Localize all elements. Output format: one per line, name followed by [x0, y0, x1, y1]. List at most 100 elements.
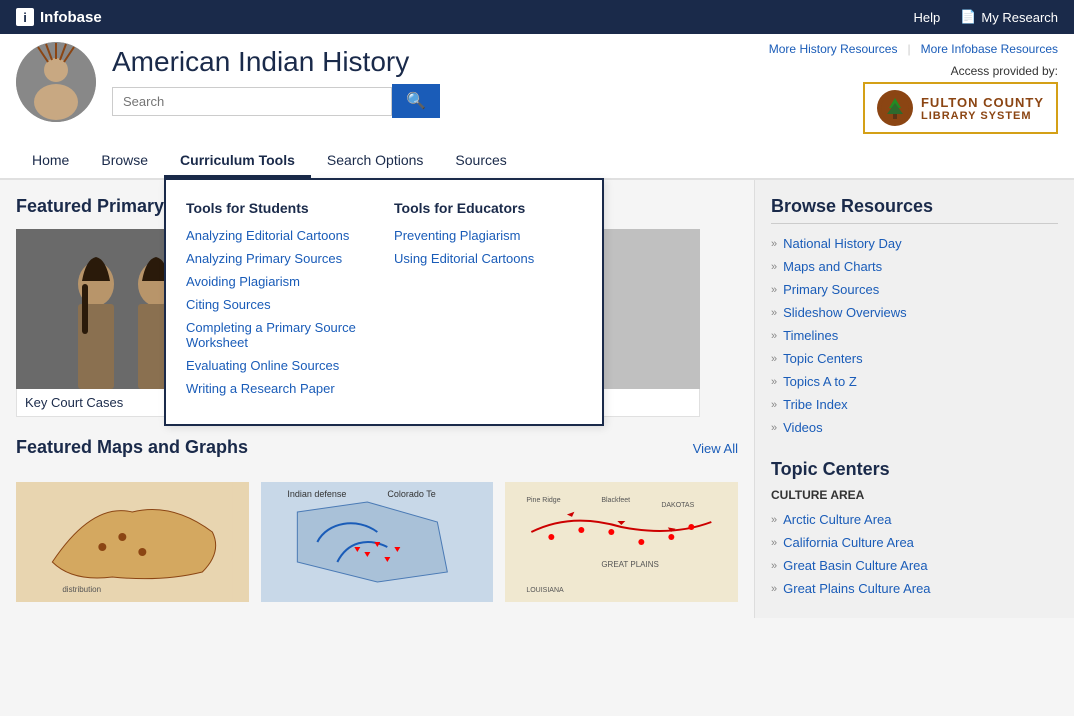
chevron-icon: »: [771, 560, 777, 572]
chevron-icon: »: [771, 330, 777, 342]
curriculum-tools-dropdown: Tools for Students Analyzing Editorial C…: [164, 178, 604, 426]
nav-home[interactable]: Home: [16, 142, 85, 178]
dd-completing-primary-source[interactable]: Completing a Primary Source Worksheet: [186, 320, 374, 350]
svg-text:GREAT PLAINS: GREAT PLAINS: [602, 560, 660, 569]
sidebar-link-label: Slideshow Overviews: [783, 305, 907, 320]
dd-analyzing-editorial-cartoons[interactable]: Analyzing Editorial Cartoons: [186, 228, 374, 243]
divider: |: [907, 42, 910, 56]
dd-writing-research-paper[interactable]: Writing a Research Paper: [186, 381, 374, 396]
search-button[interactable]: 🔍: [392, 84, 440, 118]
page-title: American Indian History: [112, 46, 440, 78]
map-item-3[interactable]: Pine Ridge Blackfeet DAKOTAS LOUISIANA G…: [505, 482, 738, 602]
sidebar-link-label: Tribe Index: [783, 397, 848, 412]
library-line2: LIBRARY SYSTEM: [921, 110, 1044, 122]
maps-section-title: Featured Maps and Graphs: [16, 437, 248, 458]
more-history-link[interactable]: More History Resources: [769, 42, 898, 56]
chevron-icon: »: [771, 422, 777, 434]
header-right: More History Resources | More Infobase R…: [769, 42, 1058, 134]
dd-preventing-plagiarism[interactable]: Preventing Plagiarism: [394, 228, 582, 243]
nav-curriculum-tools[interactable]: Curriculum Tools: [164, 142, 311, 178]
search-bar: 🔍: [112, 84, 440, 118]
library-line1: FULTON COUNTY: [921, 95, 1044, 110]
dd-using-editorial-cartoons[interactable]: Using Editorial Cartoons: [394, 251, 582, 266]
chevron-icon: »: [771, 261, 777, 273]
sidebar-link-label: National History Day: [783, 236, 902, 251]
nav-curriculum-tools-wrapper: Curriculum Tools Tools for Students Anal…: [164, 142, 311, 178]
sidebar-link-california[interactable]: » California Culture Area: [771, 531, 1058, 554]
my-research-link[interactable]: 📄 My Research: [960, 9, 1058, 25]
browse-resources-title: Browse Resources: [771, 196, 1058, 224]
dd-evaluating-online-sources[interactable]: Evaluating Online Sources: [186, 358, 374, 373]
site-logo: [16, 42, 96, 122]
infobase-logo: i Infobase: [16, 8, 102, 26]
main-nav: Home Browse Curriculum Tools Tools for S…: [16, 142, 1058, 178]
culture-area-label: CULTURE AREA: [771, 488, 1058, 502]
students-col-title: Tools for Students: [186, 200, 374, 216]
topic-centers-section: Topic Centers CULTURE AREA » Arctic Cult…: [771, 459, 1058, 600]
nav-sources[interactable]: Sources: [439, 142, 522, 178]
sidebar-link-slideshow-overviews[interactable]: » Slideshow Overviews: [771, 301, 1058, 324]
chevron-icon: »: [771, 583, 777, 595]
sidebar-link-label: Great Basin Culture Area: [783, 558, 928, 573]
dd-citing-sources[interactable]: Citing Sources: [186, 297, 374, 312]
chevron-icon: »: [771, 307, 777, 319]
sidebar-link-arctic[interactable]: » Arctic Culture Area: [771, 508, 1058, 531]
dropdown-educators-col: Tools for Educators Preventing Plagiaris…: [394, 200, 582, 404]
top-links: More History Resources | More Infobase R…: [769, 42, 1058, 56]
sidebar-link-label: Timelines: [783, 328, 838, 343]
infobase-icon: i: [16, 8, 34, 26]
maps-grid: distribution Indian defense Colorado Te: [16, 482, 738, 602]
sidebar-link-label: Topic Centers: [783, 351, 862, 366]
featured-maps-section: Featured Maps and Graphs View All distri…: [16, 437, 738, 602]
chevron-icon: »: [771, 238, 777, 250]
help-link[interactable]: Help: [913, 10, 940, 25]
sidebar-link-videos[interactable]: » Videos: [771, 416, 1058, 439]
maps-section-header: Featured Maps and Graphs View All: [16, 437, 738, 470]
svg-text:Pine Ridge: Pine Ridge: [527, 497, 561, 504]
header-left: American Indian History 🔍: [16, 42, 440, 122]
tree-icon: [877, 90, 913, 126]
sidebar-link-label: Maps and Charts: [783, 259, 882, 274]
map-item-1[interactable]: distribution: [16, 482, 249, 602]
dropdown-students-col: Tools for Students Analyzing Editorial C…: [186, 200, 394, 404]
sidebar-link-primary-sources[interactable]: » Primary Sources: [771, 278, 1058, 301]
sidebar-link-label: Topics A to Z: [783, 374, 857, 389]
svg-text:LOUISIANA: LOUISIANA: [527, 587, 565, 594]
view-all-link[interactable]: View All: [693, 441, 738, 456]
sidebar-link-national-history-day[interactable]: » National History Day: [771, 232, 1058, 255]
svg-text:Indian defense: Indian defense: [287, 489, 346, 499]
header: American Indian History 🔍 More History R…: [0, 34, 1074, 180]
dd-analyzing-primary-sources[interactable]: Analyzing Primary Sources: [186, 251, 374, 266]
svg-text:Blackfeet: Blackfeet: [602, 497, 631, 504]
chevron-icon: »: [771, 284, 777, 296]
more-infobase-link[interactable]: More Infobase Resources: [921, 42, 1058, 56]
infobase-name: Infobase: [40, 9, 102, 26]
search-input[interactable]: [112, 87, 392, 116]
sidebar-link-label: Primary Sources: [783, 282, 879, 297]
map-item-2[interactable]: Indian defense Colorado Te: [261, 482, 494, 602]
svg-text:Colorado Te: Colorado Te: [387, 489, 435, 499]
sidebar: Browse Resources » National History Day …: [754, 180, 1074, 618]
sidebar-link-label: California Culture Area: [783, 535, 914, 550]
chevron-icon: »: [771, 514, 777, 526]
sidebar-link-tribe-index[interactable]: » Tribe Index: [771, 393, 1058, 416]
browse-resources-section: Browse Resources » National History Day …: [771, 196, 1058, 439]
nav-browse[interactable]: Browse: [85, 142, 164, 178]
chevron-icon: »: [771, 399, 777, 411]
access-label: Access provided by:: [769, 64, 1058, 78]
top-bar-right: Help 📄 My Research: [913, 9, 1058, 25]
topic-centers-title: Topic Centers: [771, 459, 1058, 480]
nav-search-options[interactable]: Search Options: [311, 142, 440, 178]
svg-text:DAKOTAS: DAKOTAS: [662, 502, 695, 509]
sidebar-link-great-plains[interactable]: » Great Plains Culture Area: [771, 577, 1058, 600]
sidebar-link-timelines[interactable]: » Timelines: [771, 324, 1058, 347]
dd-avoiding-plagiarism[interactable]: Avoiding Plagiarism: [186, 274, 374, 289]
sidebar-link-label: Videos: [783, 420, 823, 435]
sidebar-link-great-basin[interactable]: » Great Basin Culture Area: [771, 554, 1058, 577]
my-research-label: My Research: [981, 10, 1058, 25]
sidebar-link-topics-a-to-z[interactable]: » Topics A to Z: [771, 370, 1058, 393]
sidebar-link-label: Great Plains Culture Area: [783, 581, 930, 596]
library-name: FULTON COUNTY LIBRARY SYSTEM: [921, 95, 1044, 122]
sidebar-link-topic-centers[interactable]: » Topic Centers: [771, 347, 1058, 370]
sidebar-link-maps-charts[interactable]: » Maps and Charts: [771, 255, 1058, 278]
